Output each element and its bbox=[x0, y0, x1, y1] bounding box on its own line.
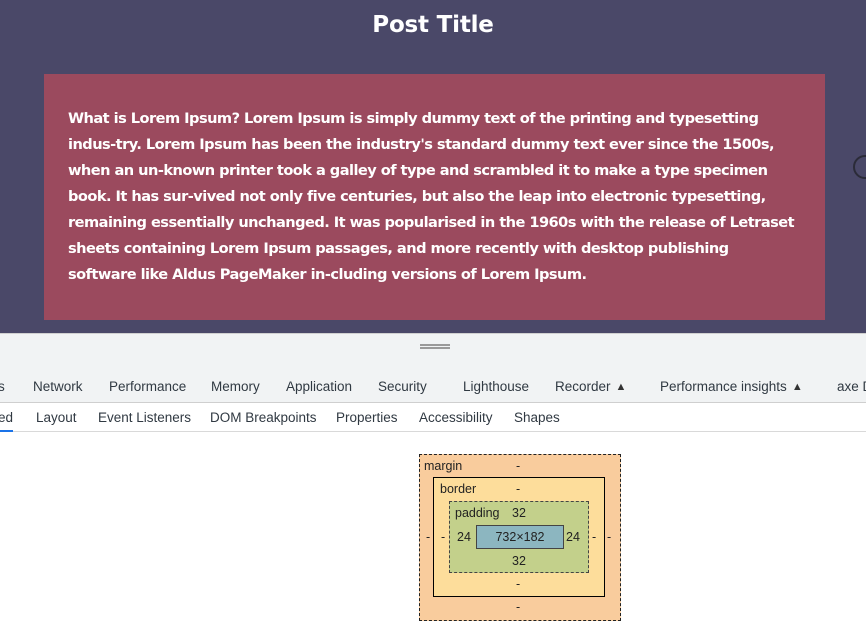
post-body: What is Lorem Ipsum? Lorem Ipsum is simp… bbox=[68, 110, 795, 283]
box-model-content[interactable]: 732×182 bbox=[476, 525, 564, 549]
tab-recorder-label: Recorder bbox=[555, 379, 611, 394]
subtab-event-listeners[interactable]: Event Listeners bbox=[98, 404, 191, 432]
post-card: What is Lorem Ipsum? Lorem Ipsum is simp… bbox=[44, 74, 825, 320]
tab-axe[interactable]: axe D bbox=[837, 357, 866, 403]
subtab-shapes[interactable]: Shapes bbox=[514, 404, 560, 432]
tab-application[interactable]: Application bbox=[286, 357, 352, 403]
tab-performance-insights[interactable]: Performance insights ▲ bbox=[660, 357, 803, 403]
padding-top-value[interactable]: 32 bbox=[512, 506, 526, 520]
padding-label: padding bbox=[455, 506, 500, 520]
post-title: Post Title bbox=[372, 12, 494, 38]
tab-security[interactable]: Security bbox=[378, 357, 427, 403]
devtools-tab-bar: s Network Performance Memory Application… bbox=[0, 357, 866, 403]
tab-lighthouse[interactable]: Lighthouse bbox=[463, 357, 529, 403]
subtab-layout[interactable]: Layout bbox=[36, 404, 77, 432]
tab-recorder[interactable]: Recorder ▲ bbox=[555, 357, 626, 403]
margin-left-value[interactable]: - bbox=[426, 530, 430, 544]
devtools-resize-handle[interactable] bbox=[0, 333, 866, 357]
border-top-value[interactable]: - bbox=[516, 482, 520, 496]
border-label: border bbox=[440, 482, 477, 496]
tab-sources[interactable]: s bbox=[0, 357, 5, 403]
border-left-value[interactable]: - bbox=[441, 530, 445, 544]
margin-right-value[interactable]: - bbox=[607, 530, 611, 544]
elements-subtab-bar: ed Layout Event Listeners DOM Breakpoint… bbox=[0, 404, 866, 432]
subtab-dom-breakpoints[interactable]: DOM Breakpoints bbox=[210, 404, 317, 432]
border-right-value[interactable]: - bbox=[592, 530, 596, 544]
padding-left-value[interactable]: 24 bbox=[457, 530, 471, 544]
padding-right-value[interactable]: 24 bbox=[566, 530, 580, 544]
margin-bottom-value[interactable]: - bbox=[516, 600, 520, 614]
subtab-computed[interactable]: ed bbox=[0, 404, 14, 432]
tab-performance[interactable]: Performance bbox=[109, 357, 186, 403]
subtab-properties[interactable]: Properties bbox=[336, 404, 398, 432]
scroll-indicator-icon[interactable] bbox=[853, 155, 866, 179]
tab-network[interactable]: Network bbox=[33, 357, 83, 403]
page-preview: Post Title What is Lorem Ipsum? Lorem Ip… bbox=[0, 0, 866, 333]
padding-bottom-value[interactable]: 32 bbox=[512, 554, 526, 568]
border-bottom-value[interactable]: - bbox=[516, 577, 520, 591]
grip-icon[interactable] bbox=[420, 344, 450, 349]
subtab-accessibility[interactable]: Accessibility bbox=[419, 404, 493, 432]
margin-label: margin bbox=[424, 459, 463, 473]
devtools-panel: s Network Performance Memory Application… bbox=[0, 333, 866, 640]
tab-performance-insights-label: Performance insights bbox=[660, 379, 787, 394]
margin-top-value[interactable]: - bbox=[516, 459, 520, 473]
tab-memory[interactable]: Memory bbox=[211, 357, 260, 403]
